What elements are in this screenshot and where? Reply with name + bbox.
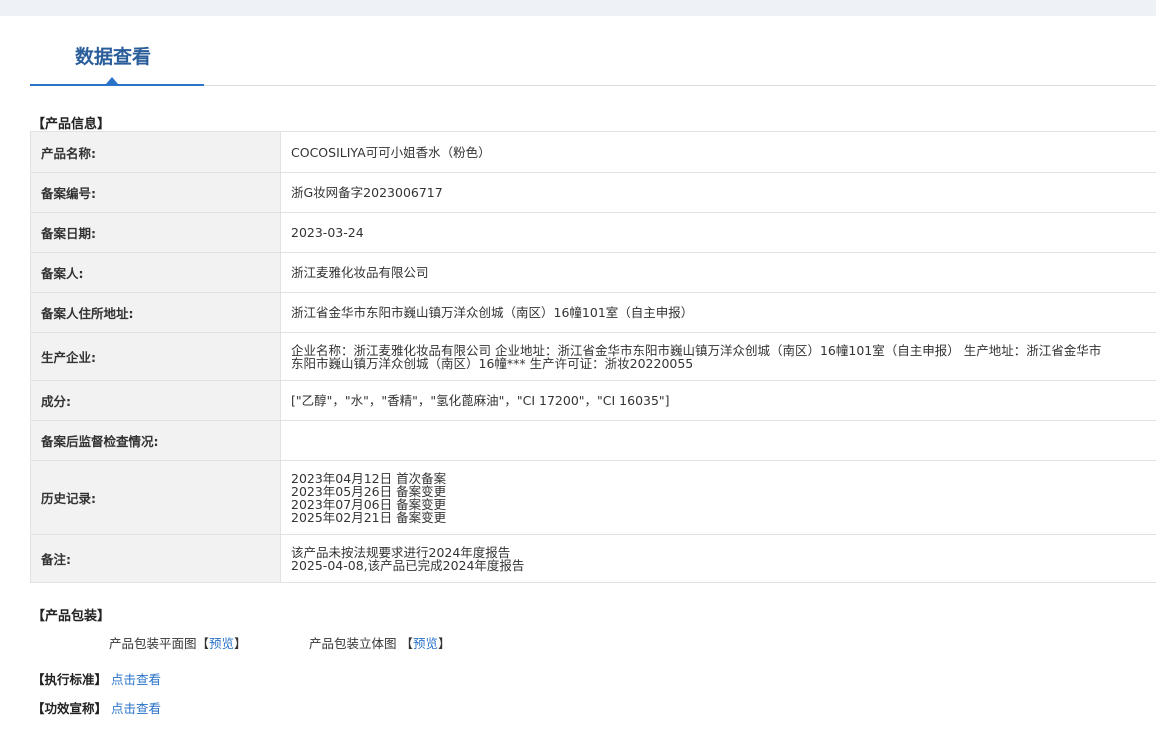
- table-row: 备案编号: 浙G妆网备字2023006717: [30, 172, 1156, 213]
- tab-label: 数据查看: [75, 46, 152, 68]
- efficacy-label: 【功效宣称】: [32, 701, 108, 716]
- bracket-close: 】: [438, 636, 451, 651]
- row-label: 历史记录:: [30, 460, 281, 535]
- row-value: ["乙醇"，"水"，"香精"，"氢化蓖麻油"，"CI 17200"，"CI 16…: [280, 380, 1156, 421]
- row-label: 备案日期:: [30, 212, 281, 253]
- value-line: ["乙醇"，"水"，"香精"，"氢化蓖麻油"，"CI 17200"，"CI 16…: [291, 393, 670, 408]
- package-flat-label: 产品包装平面图【: [109, 636, 210, 651]
- value-line: 2023年05月26日 备案变更: [291, 483, 447, 499]
- standard-label: 【执行标准】: [32, 672, 108, 687]
- table-row: 历史记录: 2023年04月12日 首次备案 2023年05月26日 备案变更 …: [30, 460, 1156, 535]
- product-info-table: 产品名称: COCOSILIYA可可小姐香水（粉色） 备案编号: 浙G妆网备字2…: [30, 131, 1156, 583]
- row-label: 备案人住所地址:: [30, 292, 281, 333]
- row-value: 该产品未按法规要求进行2024年度报告 2025-04-08,该产品已完成202…: [280, 534, 1156, 583]
- row-value: 浙江省金华市东阳市巍山镇万洋众创城（南区）16幢101室（自主申报）: [280, 292, 1156, 333]
- row-label: 产品名称:: [30, 131, 281, 173]
- bracket-close: 】: [234, 636, 247, 651]
- value-line: 2025年02月21日 备案变更: [291, 509, 447, 525]
- value-line: 2023年07月06日 备案变更: [291, 496, 447, 512]
- top-bar: [0, 0, 1156, 16]
- efficacy-row: 【功效宣称】 点击查看: [32, 698, 161, 717]
- row-value: 2023-03-24: [280, 212, 1156, 253]
- row-value: 浙G妆网备字2023006717: [280, 172, 1156, 213]
- tab-bar: 数据查看: [30, 16, 1156, 86]
- table-row: 生产企业: 企业名称：浙江麦雅化妆品有限公司 企业地址：浙江省金华市东阳市巍山镇…: [30, 332, 1156, 381]
- package-solid-preview-link[interactable]: 预览: [413, 636, 438, 651]
- package-flat-item: 产品包装平面图【预览】: [109, 633, 247, 652]
- table-row: 备案人住所地址: 浙江省金华市东阳市巍山镇万洋众创城（南区）16幢101室（自主…: [30, 292, 1156, 333]
- row-value: [280, 420, 1156, 461]
- row-value: COCOSILIYA可可小姐香水（粉色）: [280, 131, 1156, 173]
- row-value: 2023年04月12日 首次备案 2023年05月26日 备案变更 2023年0…: [280, 460, 1156, 535]
- value-line: 企业名称：浙江麦雅化妆品有限公司 企业地址：浙江省金华市东阳市巍山镇万洋众创城（…: [291, 342, 1102, 371]
- caret-up-icon: [106, 77, 118, 84]
- table-row: 备案日期: 2023-03-24: [30, 212, 1156, 253]
- product-info-title: 【产品信息】: [32, 117, 111, 132]
- value-line: COCOSILIYA可可小姐香水（粉色）: [291, 144, 491, 160]
- row-label: 备注:: [30, 534, 281, 583]
- row-label: 备案人:: [30, 252, 281, 293]
- table-row: 产品名称: COCOSILIYA可可小姐香水（粉色）: [30, 131, 1156, 173]
- value-line: 浙G妆网备字2023006717: [291, 185, 443, 200]
- table-row: 备注: 该产品未按法规要求进行2024年度报告 2025-04-08,该产品已完…: [30, 534, 1156, 583]
- standard-view-link[interactable]: 点击查看: [111, 672, 161, 687]
- package-solid-item: 产品包装立体图 【预览】: [309, 633, 451, 652]
- row-label: 成分:: [30, 380, 281, 421]
- package-flat-preview-link[interactable]: 预览: [209, 636, 234, 651]
- value-line: 浙江省金华市东阳市巍山镇万洋众创城（南区）16幢101室（自主申报）: [291, 305, 694, 320]
- value-line: 2025-04-08,该产品已完成2024年度报告: [291, 557, 525, 573]
- tab-data-view[interactable]: 数据查看: [30, 16, 204, 86]
- standard-row: 【执行标准】 点击查看: [32, 669, 161, 688]
- table-row: 备案人: 浙江麦雅化妆品有限公司: [30, 252, 1156, 293]
- row-value: 企业名称：浙江麦雅化妆品有限公司 企业地址：浙江省金华市东阳市巍山镇万洋众创城（…: [280, 332, 1156, 381]
- row-label: 生产企业:: [30, 332, 281, 381]
- row-label: 备案后监督检查情况:: [30, 420, 281, 461]
- row-label: 备案编号:: [30, 172, 281, 213]
- table-row: 成分: ["乙醇"，"水"，"香精"，"氢化蓖麻油"，"CI 17200"，"C…: [30, 380, 1156, 421]
- value-line: 该产品未按法规要求进行2024年度报告: [291, 544, 511, 560]
- packaging-title: 【产品包装】: [32, 609, 111, 624]
- table-row: 备案后监督检查情况:: [30, 420, 1156, 461]
- row-value: 浙江麦雅化妆品有限公司: [280, 252, 1156, 293]
- value-line: 2023-03-24: [291, 225, 364, 240]
- efficacy-view-link[interactable]: 点击查看: [111, 701, 161, 716]
- package-solid-label: 产品包装立体图 【: [309, 636, 413, 651]
- value-line: 浙江麦雅化妆品有限公司: [291, 265, 429, 280]
- value-line: 2023年04月12日 首次备案: [291, 470, 447, 486]
